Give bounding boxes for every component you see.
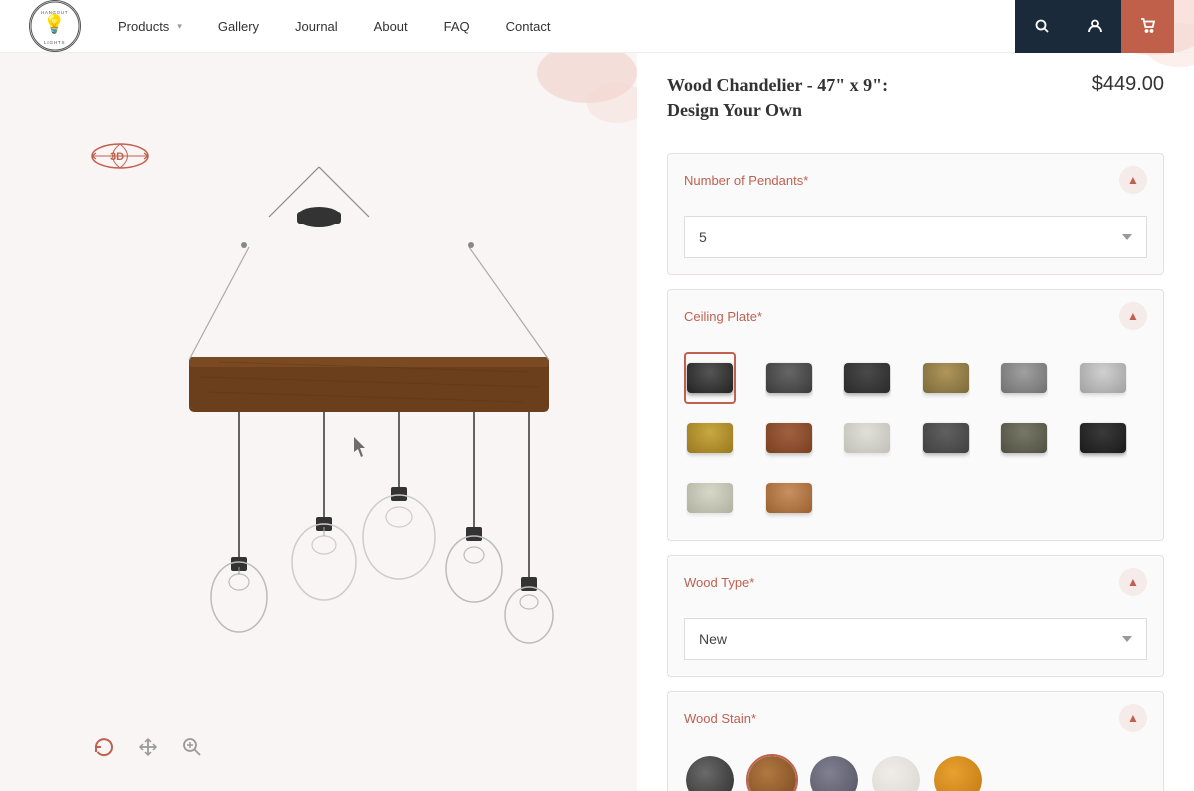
svg-text:HANGOUT: HANGOUT <box>41 10 69 15</box>
decorative-background <box>487 53 637 133</box>
plate-item[interactable] <box>684 352 736 404</box>
wood-type-section: Wood Type* ▲ New Reclaimed Live Edge <box>667 555 1164 677</box>
wood-stain-header[interactable]: Wood Stain* ▲ <box>668 692 1163 744</box>
chevron-up-icon: ▲ <box>1127 711 1139 726</box>
nav-gallery[interactable]: Gallery <box>200 0 277 53</box>
plate-grid <box>684 352 1147 524</box>
stain-item[interactable] <box>870 754 922 791</box>
viewer-controls <box>90 733 206 761</box>
nav-journal[interactable]: Journal <box>277 0 356 53</box>
wood-stain-toggle[interactable]: ▲ <box>1119 704 1147 732</box>
wood-type-select[interactable]: New Reclaimed Live Edge <box>684 618 1147 660</box>
pendants-section: Number of Pendants* ▲ 1 2 3 4 5 6 7 8 <box>667 153 1164 275</box>
account-button[interactable] <box>1068 0 1121 53</box>
ceiling-plate-label: Ceiling Plate* <box>684 309 762 324</box>
product-header: Wood Chandelier - 47" x 9": Design Your … <box>667 73 1164 133</box>
plate-item[interactable] <box>1077 352 1129 404</box>
wood-type-label: Wood Type* <box>684 575 754 590</box>
product-viewer: 3D <box>0 53 637 791</box>
wood-type-toggle[interactable]: ▲ <box>1119 568 1147 596</box>
plate-item[interactable] <box>998 352 1050 404</box>
main-layout: 3D <box>0 53 1194 791</box>
nav-contact[interactable]: Contact <box>488 0 569 53</box>
chevron-up-icon: ▲ <box>1127 173 1139 188</box>
search-button[interactable] <box>1015 0 1068 53</box>
stain-grid <box>684 754 1147 791</box>
wood-stain-section: Wood Stain* ▲ <box>667 691 1164 791</box>
ceiling-plate-body <box>668 342 1163 540</box>
zoom-control[interactable] <box>178 733 206 761</box>
stain-item[interactable] <box>684 754 736 791</box>
pendants-label: Number of Pendants* <box>684 173 808 188</box>
plate-item[interactable] <box>763 412 815 464</box>
dropdown-chevron-icon: ▾ <box>177 21 182 32</box>
chevron-up-icon: ▲ <box>1127 575 1139 590</box>
move-control[interactable] <box>134 733 162 761</box>
plate-item[interactable] <box>920 412 972 464</box>
plate-item[interactable] <box>920 352 972 404</box>
wood-type-body: New Reclaimed Live Edge <box>668 608 1163 676</box>
nav-about[interactable]: About <box>356 0 426 53</box>
pendants-body: 1 2 3 4 5 6 7 8 <box>668 206 1163 274</box>
cart-button[interactable] <box>1121 0 1174 53</box>
chandelier-illustration <box>69 147 569 697</box>
header-icons <box>1015 0 1174 53</box>
main-nav: Products ▾ Gallery Journal About FAQ Con… <box>100 0 568 53</box>
product-title: Wood Chandelier - 47" x 9": Design Your … <box>667 73 907 123</box>
stain-item[interactable] <box>746 754 798 791</box>
chevron-up-icon: ▲ <box>1127 309 1139 324</box>
wood-stain-body <box>668 744 1163 791</box>
ceiling-plate-header[interactable]: Ceiling Plate* ▲ <box>668 290 1163 342</box>
plate-item[interactable] <box>841 412 893 464</box>
stain-item[interactable] <box>932 754 984 791</box>
stain-item[interactable] <box>808 754 860 791</box>
plate-item[interactable] <box>763 472 815 524</box>
nav-faq[interactable]: FAQ <box>426 0 488 53</box>
product-price: $449.00 <box>1092 73 1164 96</box>
wood-stain-label: Wood Stain* <box>684 711 756 726</box>
wood-type-header[interactable]: Wood Type* ▲ <box>668 556 1163 608</box>
pendants-header[interactable]: Number of Pendants* ▲ <box>668 154 1163 206</box>
ceiling-plate-toggle[interactable]: ▲ <box>1119 302 1147 330</box>
svg-text:💡: 💡 <box>43 13 67 34</box>
plate-item[interactable] <box>763 352 815 404</box>
product-panel: Wood Chandelier - 47" x 9": Design Your … <box>637 53 1194 791</box>
rotate-control[interactable] <box>90 733 118 761</box>
logo[interactable]: 💡 HANGOUT LIGHTS <box>20 0 90 53</box>
pendants-toggle[interactable]: ▲ <box>1119 166 1147 194</box>
plate-item[interactable] <box>1077 412 1129 464</box>
plate-item[interactable] <box>684 412 736 464</box>
site-header: 💡 HANGOUT LIGHTS Products ▾ Gallery Jour… <box>0 0 1194 53</box>
plate-item[interactable] <box>998 412 1050 464</box>
ceiling-plate-section: Ceiling Plate* ▲ <box>667 289 1164 541</box>
plate-item[interactable] <box>841 352 893 404</box>
pendants-select[interactable]: 1 2 3 4 5 6 7 8 <box>684 216 1147 258</box>
nav-products[interactable]: Products ▾ <box>100 0 200 53</box>
plate-item[interactable] <box>684 472 736 524</box>
svg-text:LIGHTS: LIGHTS <box>44 40 66 45</box>
